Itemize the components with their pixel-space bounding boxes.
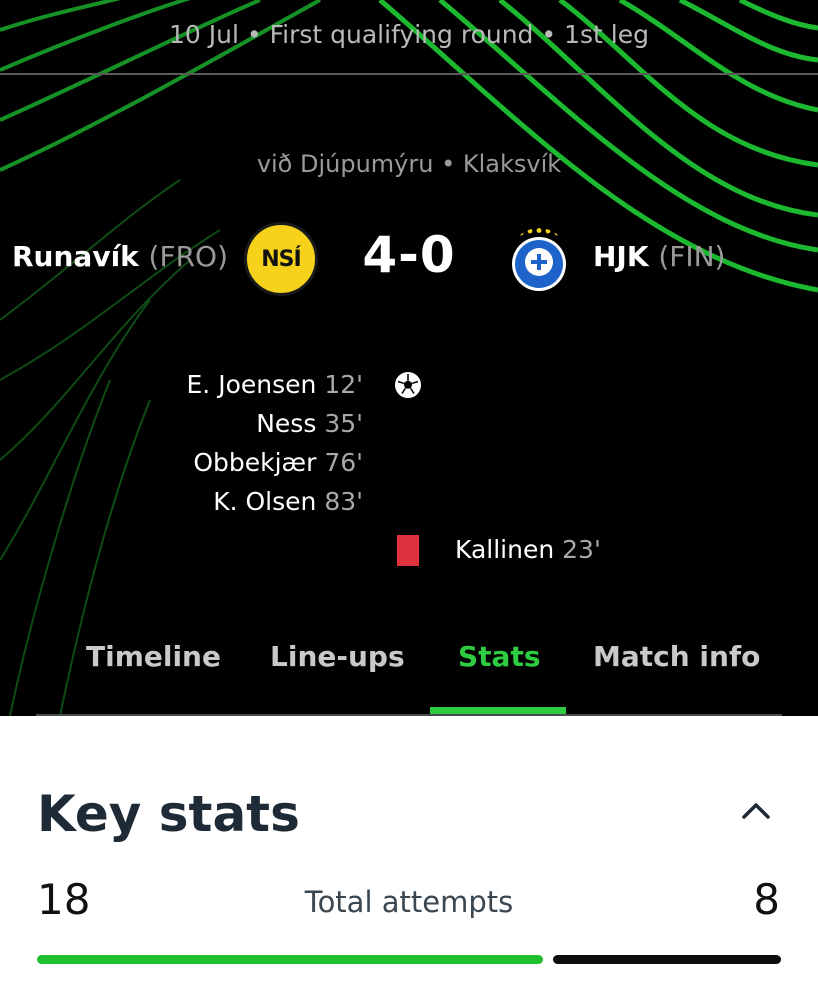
card-minute: 23': [562, 535, 601, 564]
home-goal-scorers: E. Joensen 12' Ness 35' Obbekjær 76' K. …: [187, 365, 363, 521]
stat-away-value: 8: [753, 875, 780, 924]
background-swirl-graphic: [0, 0, 818, 716]
home-team-crest-icon[interactable]: NSÍ: [244, 222, 318, 296]
home-crest-text: NSÍ: [261, 246, 301, 272]
stat-bar-away: [553, 955, 781, 964]
chevron-up-icon[interactable]: [736, 795, 776, 825]
goal-minute: 12': [324, 370, 363, 399]
goal-minute: 35': [324, 409, 363, 438]
red-card-icon: [397, 535, 419, 566]
goal-event: Ness 35': [187, 404, 363, 443]
away-team-name: HJK: [593, 240, 649, 273]
match-date-round: 10 Jul • First qualifying round • 1st le…: [169, 20, 649, 49]
stat-bar-home: [37, 955, 543, 964]
goal-minute: 83': [324, 487, 363, 516]
away-team-crest-icon[interactable]: [509, 228, 569, 292]
stat-label: Total attempts: [304, 885, 514, 919]
tab-match-info[interactable]: Match info: [593, 640, 760, 673]
scorer-name: E. Joensen: [186, 370, 317, 399]
scorer-name: Ness: [256, 409, 317, 438]
scorer-name: Obbekjær: [193, 448, 317, 477]
goal-event: E. Joensen 12': [187, 365, 363, 404]
match-score: 4-0: [362, 226, 456, 284]
away-team[interactable]: HJK (FIN): [593, 240, 725, 273]
active-tab-indicator: [430, 707, 566, 714]
match-venue: við Djúpumýru • Klaksvík: [256, 150, 562, 178]
key-stats-heading: Key stats: [37, 785, 300, 843]
goal-event: K. Olsen 83': [187, 482, 363, 521]
scorer-name: K. Olsen: [213, 487, 317, 516]
goal-event: Obbekjær 76': [187, 443, 363, 482]
tab-stats[interactable]: Stats: [458, 640, 541, 673]
home-team-country: (FRO): [148, 240, 228, 273]
header-divider: [0, 73, 818, 75]
football-icon: [395, 372, 421, 398]
home-team[interactable]: Runavík (FRO): [12, 240, 228, 273]
stat-comparison-bar: [37, 955, 781, 964]
home-team-name: Runavík: [12, 240, 139, 273]
tab-timeline[interactable]: Timeline: [86, 640, 221, 673]
red-card-event: Kallinen 23': [455, 530, 601, 569]
tab-line-ups[interactable]: Line-ups: [270, 640, 405, 673]
carded-player-name: Kallinen: [455, 535, 555, 564]
match-tabs: Timeline Line-ups Stats Match info: [36, 630, 782, 716]
goal-minute: 76': [324, 448, 363, 477]
tabs-divider: [36, 714, 782, 716]
away-team-country: (FIN): [658, 240, 726, 273]
match-header: 10 Jul • First qualifying round • 1st le…: [0, 0, 818, 716]
